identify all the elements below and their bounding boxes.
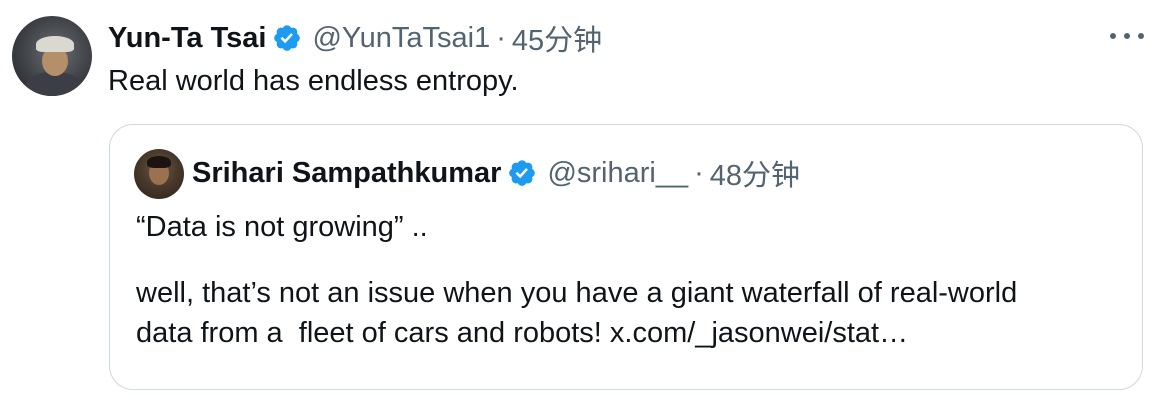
quoted-tweet-timestamp[interactable]: 48分钟 (710, 152, 800, 194)
more-dot (1138, 33, 1144, 39)
tweet-text: Real world has endless entropy. (108, 65, 519, 97)
quoted-tweet-header: Srihari Sampathkumar @srihari__ · 48分钟 (192, 153, 800, 193)
author-handle[interactable]: @YunTaTsai1 (312, 22, 490, 55)
more-options-icon[interactable] (1110, 24, 1144, 48)
more-dot (1124, 33, 1130, 39)
author-name[interactable]: Yun-Ta Tsai (108, 22, 266, 55)
more-dot (1110, 33, 1116, 39)
verified-badge-icon[interactable] (272, 23, 302, 53)
separator-dot: · (694, 156, 704, 189)
quoted-tweet-text: “Data is not growing” .. well, that’s no… (136, 207, 1126, 353)
quoted-author-handle[interactable]: @srihari__ (547, 157, 688, 190)
tweet-timestamp[interactable]: 45分钟 (512, 17, 602, 59)
avatar-hat-shape (36, 36, 74, 52)
quoted-text-line: “Data is not growing” .. (136, 211, 428, 243)
quoted-author-avatar[interactable] (134, 149, 184, 199)
verified-badge-icon[interactable] (507, 158, 537, 188)
quoted-author-name[interactable]: Srihari Sampathkumar (192, 157, 501, 190)
quoted-text-line: well, that’s not an issue when you have … (136, 277, 1018, 309)
quoted-tweet-card[interactable]: Srihari Sampathkumar @srihari__ · 48分钟 “… (109, 124, 1143, 390)
tweet: Yun-Ta Tsai @YunTaTsai1 · 45分钟 Real worl… (0, 0, 1170, 408)
tweet-header: Yun-Ta Tsai @YunTaTsai1 · 45分钟 (108, 18, 602, 58)
avatar-hair-shape (147, 156, 171, 168)
separator-dot: · (496, 21, 506, 54)
author-avatar[interactable] (12, 16, 92, 96)
quoted-text-line: data from a fleet of cars and robots! x.… (136, 317, 909, 349)
